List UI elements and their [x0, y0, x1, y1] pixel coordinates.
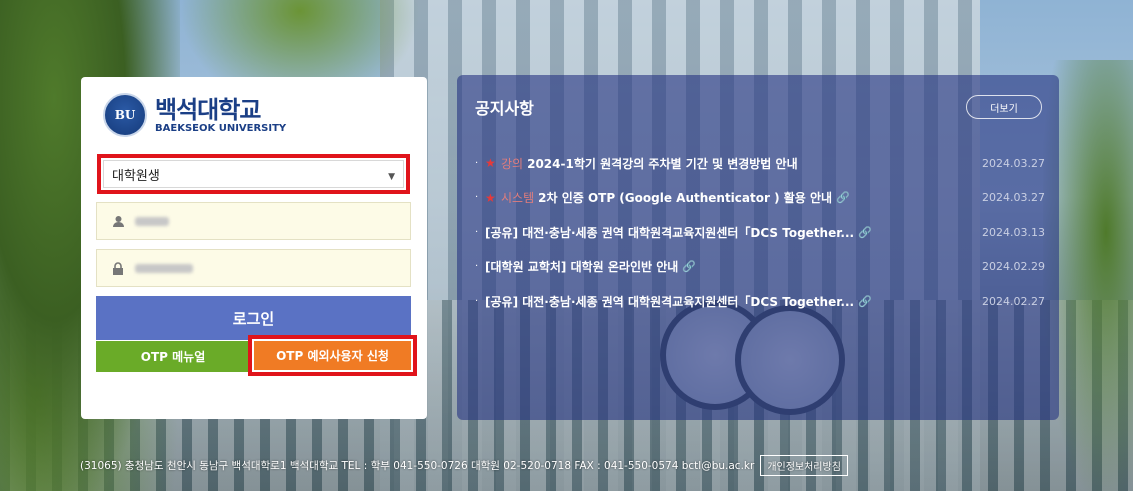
notice-item[interactable]: · [공유] 대전·충남·세종 권역 대학원격교육지원센터「DCS Togeth…: [475, 215, 1045, 250]
logo-english-name: BAEKSEOK UNIVERSITY: [155, 122, 287, 134]
login-button[interactable]: 로그인: [96, 296, 411, 340]
attachment-icon: 🔗: [858, 294, 872, 308]
notice-item-date: 2024.02.29: [982, 260, 1045, 274]
notice-item-title[interactable]: [공유] 대전·충남·세종 권역 대학원격교육지원센터「DCS Together…: [485, 224, 854, 241]
login-card: BU 백석대학교 BAEKSEOK UNIVERSITY 대학원생 ▼ 로그인 …: [81, 77, 427, 419]
more-button[interactable]: 더보기: [966, 95, 1042, 119]
password-field[interactable]: [96, 249, 411, 287]
lock-icon: [111, 261, 125, 275]
notice-item-date: 2024.03.13: [982, 225, 1045, 239]
notice-item-title[interactable]: 2024-1학기 원격강의 주차별 기간 및 변경방법 안내: [527, 155, 798, 172]
university-logo[interactable]: BU 백석대학교 BAEKSEOK UNIVERSITY: [103, 93, 286, 137]
star-icon: ★: [485, 190, 496, 205]
caret-down-icon: ▼: [388, 172, 395, 182]
notice-item-title[interactable]: [공유] 대전·충남·세종 권역 대학원격교육지원센터「DCS Together…: [485, 293, 854, 310]
user-type-selected-value: 대학원생: [112, 168, 160, 184]
star-icon: ★: [485, 156, 496, 171]
notice-category: 시스템: [501, 191, 535, 206]
user-id-field[interactable]: [96, 202, 411, 240]
notice-item-date: 2024.02.27: [982, 294, 1045, 308]
user-type-select[interactable]: 대학원생 ▼: [103, 160, 404, 188]
attachment-icon: 🔗: [858, 225, 872, 239]
user-type-highlight: 대학원생 ▼: [97, 154, 410, 194]
notice-item[interactable]: · ★ 강의 2024-1학기 원격강의 주차별 기간 및 변경방법 안내 20…: [475, 146, 1045, 181]
notice-item[interactable]: · [대학원 교학처] 대학원 온라인반 안내 🔗 2024.02.29: [475, 250, 1045, 285]
attachment-icon: 🔗: [836, 191, 850, 205]
otp-exception-highlight: OTP 예외사용자 신청: [248, 335, 417, 376]
notice-item-date: 2024.03.27: [982, 156, 1045, 170]
otp-manual-button[interactable]: OTP 메뉴얼: [96, 341, 250, 372]
notice-title: 공지사항: [475, 99, 534, 118]
logo-korean-name: 백석대학교: [155, 95, 261, 124]
notice-item-title[interactable]: [대학원 교학처] 대학원 온라인반 안내: [485, 258, 678, 275]
footer-address: (31065) 충청남도 천안시 동남구 백석대학로1 백석대학교 TEL : …: [80, 459, 755, 472]
notice-category: 강의: [501, 156, 524, 171]
notice-item[interactable]: · [공유] 대전·충남·세종 권역 대학원격교육지원센터「DCS Togeth…: [475, 284, 1045, 319]
password-masked-value: [135, 263, 193, 273]
notice-list: · ★ 강의 2024-1학기 원격강의 주차별 기간 및 변경방법 안내 20…: [475, 146, 1045, 319]
notice-item-title[interactable]: 2차 인증 OTP (Google Authenticator ) 활용 안내: [538, 189, 832, 206]
otp-exception-button[interactable]: OTP 예외사용자 신청: [254, 341, 411, 370]
user-icon: [111, 214, 125, 228]
user-id-masked-value: [135, 216, 169, 226]
footer: (31065) 충청남도 천안시 동남구 백석대학로1 백석대학교 TEL : …: [80, 454, 1010, 476]
attachment-icon: 🔗: [682, 260, 696, 274]
notice-item-date: 2024.03.27: [982, 191, 1045, 205]
notice-item[interactable]: · ★ 시스템 2차 인증 OTP (Google Authenticator …: [475, 181, 1045, 216]
privacy-policy-link[interactable]: 개인정보처리방침: [760, 454, 848, 476]
notice-panel: 공지사항 더보기 · ★ 강의 2024-1학기 원격강의 주차별 기간 및 변…: [457, 75, 1059, 420]
logo-emblem-icon: BU: [103, 93, 147, 137]
